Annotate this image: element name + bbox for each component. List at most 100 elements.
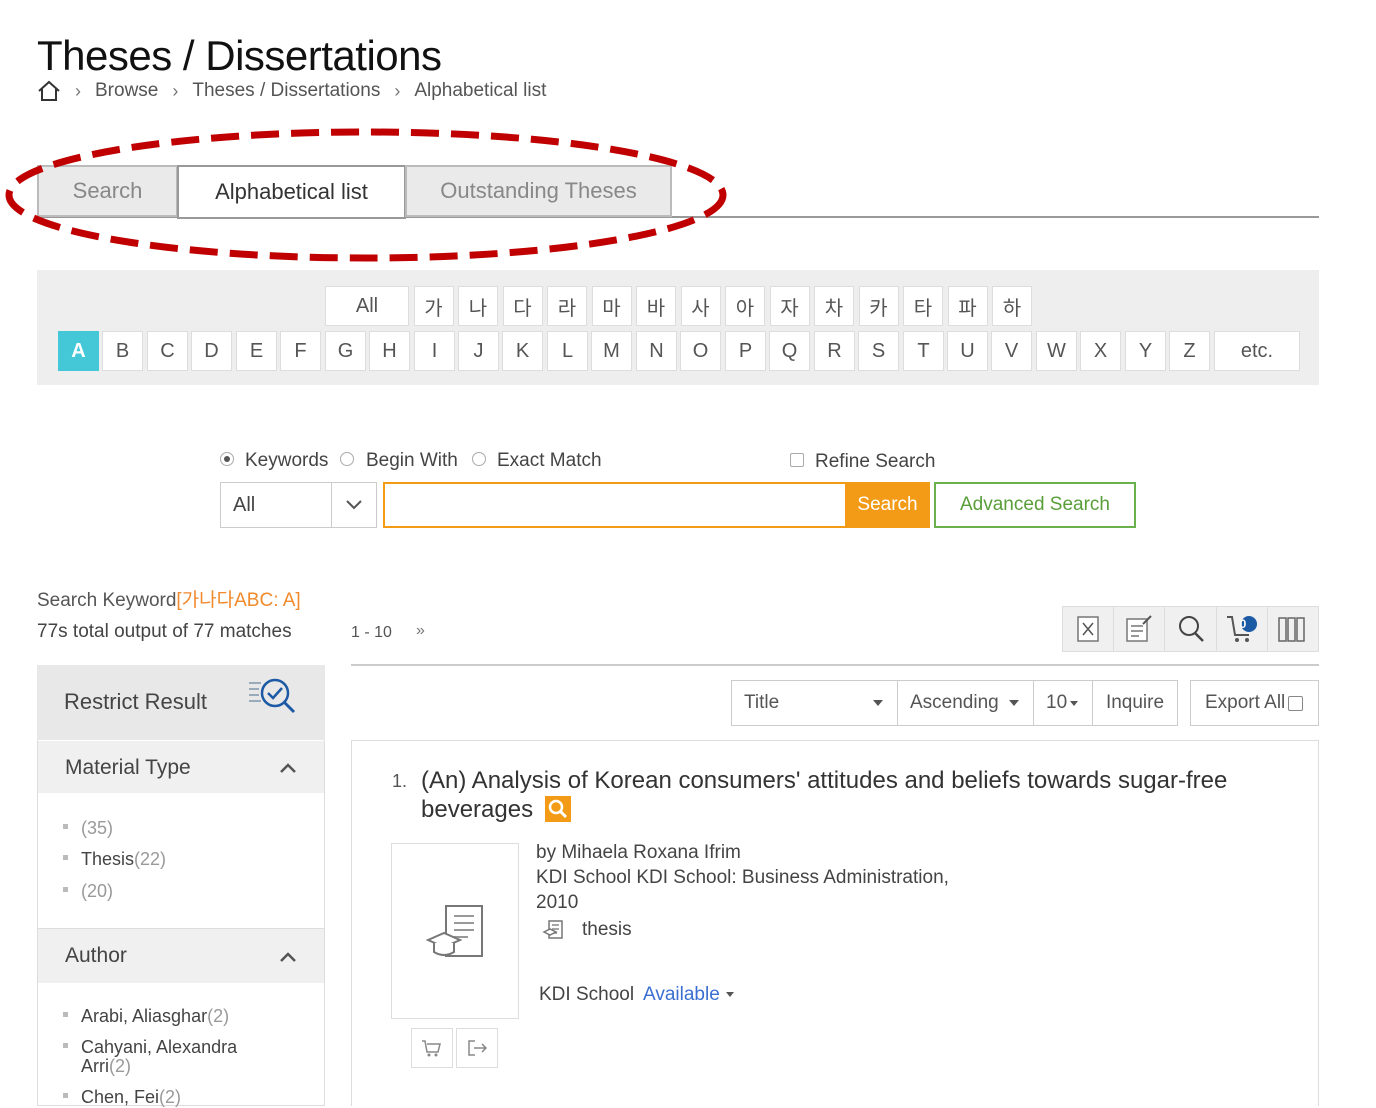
korean-letter-key[interactable]: 다 [502, 286, 543, 326]
latin-letter-key[interactable]: Q [769, 331, 810, 371]
latin-letter-key[interactable]: Z [1169, 331, 1210, 371]
korean-letter-key[interactable]: 바 [636, 286, 676, 326]
item-count: (22) [134, 849, 167, 869]
export-all-checkbox[interactable] [1288, 695, 1304, 711]
restrict-result-header: Restrict Result [37, 665, 325, 740]
record-author: by Mihaela Roxana Ifrim [536, 842, 741, 863]
chevron-up-icon[interactable] [279, 762, 297, 774]
latin-letter-key[interactable]: E [236, 331, 277, 371]
latin-letter-key[interactable]: J [458, 331, 499, 371]
sort-order-select[interactable]: Ascending [897, 680, 1034, 726]
latin-letter-key[interactable]: C [147, 331, 188, 371]
export-record-button[interactable] [456, 1028, 498, 1068]
record-thumbnail[interactable] [391, 843, 519, 1019]
bullet-icon [63, 854, 68, 860]
latin-letter-key[interactable]: H [369, 331, 410, 371]
latin-letter-key[interactable]: R [814, 331, 855, 371]
latin-letter-key[interactable]: W [1036, 331, 1077, 371]
availability-link[interactable]: Available [643, 984, 734, 1006]
radio-keywords[interactable] [220, 452, 234, 466]
thesis-cover-icon [425, 905, 483, 957]
next-page-link[interactable]: » [416, 622, 425, 640]
thesis-type-icon [542, 919, 566, 946]
advanced-search-button[interactable]: Advanced Search [934, 482, 1136, 528]
latin-letter-key[interactable]: L [547, 331, 588, 371]
per-page-value: 10 [1046, 692, 1068, 713]
latin-letter-key[interactable]: O [680, 331, 721, 371]
latin-letter-key[interactable]: D [191, 331, 232, 371]
results-divider [351, 664, 1319, 666]
scope-select[interactable]: All [220, 482, 377, 528]
breadcrumb-browse[interactable]: Browse [95, 80, 158, 102]
bullet-icon [63, 823, 68, 829]
korean-letter-key[interactable]: 사 [680, 286, 721, 326]
cart-icon[interactable]: 0 [1217, 607, 1268, 651]
material-type-title: Material Type [65, 756, 191, 779]
latin-letter-key[interactable]: T [903, 331, 944, 371]
korean-letter-key[interactable]: 파 [947, 286, 988, 326]
home-icon[interactable] [37, 80, 61, 102]
latin-letter-key[interactable]: B [102, 331, 143, 371]
korean-letter-key[interactable]: 가 [413, 286, 454, 326]
add-to-cart-button[interactable] [411, 1028, 453, 1068]
result-range: 1 - 10 [351, 624, 392, 641]
refine-search-checkbox[interactable] [790, 453, 804, 467]
latin-letter-key[interactable]: G [325, 331, 366, 371]
material-type-item[interactable]: (35) [63, 818, 113, 839]
per-page-select[interactable]: 10 [1033, 680, 1093, 726]
search-button[interactable]: Search [845, 482, 930, 528]
breadcrumb-theses[interactable]: Theses / Dissertations [192, 80, 380, 102]
search-icon[interactable] [1165, 607, 1217, 651]
material-type-item[interactable]: Thesis(22) [63, 849, 166, 870]
author-section[interactable]: Author [38, 928, 324, 983]
search-input[interactable] [383, 482, 845, 528]
sort-field-select[interactable]: Title [731, 680, 898, 726]
latin-letter-key[interactable]: U [947, 331, 988, 371]
caret-down-icon [1009, 700, 1019, 706]
chevron-right-icon: › [172, 80, 179, 101]
latin-letter-key[interactable]: F [280, 331, 321, 371]
availability-text[interactable]: Available [643, 984, 720, 1005]
latin-letter-key[interactable]: M [591, 331, 632, 371]
edit-export-icon[interactable] [1114, 607, 1166, 651]
latin-letter-key[interactable]: K [502, 331, 543, 371]
total-text-1: 77s total output of [37, 621, 194, 642]
latin-letter-key[interactable]: I [414, 331, 455, 371]
korean-letter-key[interactable]: 타 [903, 286, 943, 326]
korean-letter-key[interactable]: 차 [814, 286, 854, 326]
latin-letter-key[interactable]: etc. [1214, 331, 1300, 371]
preview-search-icon[interactable] [545, 795, 572, 822]
radio-exact-match[interactable] [472, 452, 486, 466]
author-item[interactable]: Cahyani, Alexandra Arri(2) [63, 1038, 237, 1076]
material-type-section[interactable]: Material Type [38, 741, 324, 793]
export-all-button[interactable]: Export All [1190, 680, 1319, 726]
bookshelf-icon[interactable] [1268, 607, 1318, 651]
korean-letter-key[interactable]: 자 [769, 286, 810, 326]
latin-letter-key[interactable]: S [858, 331, 899, 371]
latin-letter-key[interactable]: X [1080, 331, 1121, 371]
korean-letter-key[interactable]: 라 [547, 286, 587, 326]
record-title[interactable]: (An) Analysis of Korean consumers' attit… [421, 766, 1301, 824]
inquire-button[interactable]: Inquire [1092, 680, 1178, 726]
korean-letter-key[interactable]: 아 [725, 286, 765, 326]
latin-letter-key[interactable]: A [58, 331, 99, 371]
latin-letter-key[interactable]: Y [1125, 331, 1166, 371]
latin-letter-key[interactable]: P [725, 331, 766, 371]
korean-letter-key[interactable]: 마 [591, 286, 632, 326]
korean-letter-key[interactable]: All [325, 286, 409, 326]
chevron-up-icon[interactable] [279, 951, 297, 963]
excel-export-icon[interactable] [1063, 607, 1115, 651]
total-count: 77 [193, 621, 215, 642]
latin-letter-key[interactable]: N [636, 331, 677, 371]
author-item[interactable]: Arabi, Aliasghar(2) [63, 1006, 229, 1027]
latin-letter-key[interactable]: V [991, 331, 1032, 371]
radio-begin-with[interactable] [340, 452, 354, 466]
item-count: (2) [159, 1087, 182, 1107]
breadcrumb-alphabetical[interactable]: Alphabetical list [414, 80, 546, 102]
korean-letter-key[interactable]: 하 [992, 286, 1032, 326]
korean-letter-key[interactable]: 카 [858, 286, 899, 326]
record-title-text[interactable]: (An) Analysis of Korean consumers' attit… [421, 767, 1227, 823]
korean-letter-key[interactable]: 나 [458, 286, 498, 326]
author-item[interactable]: Chen, Fei(2) [63, 1087, 181, 1108]
material-type-item[interactable]: (20) [63, 881, 113, 902]
